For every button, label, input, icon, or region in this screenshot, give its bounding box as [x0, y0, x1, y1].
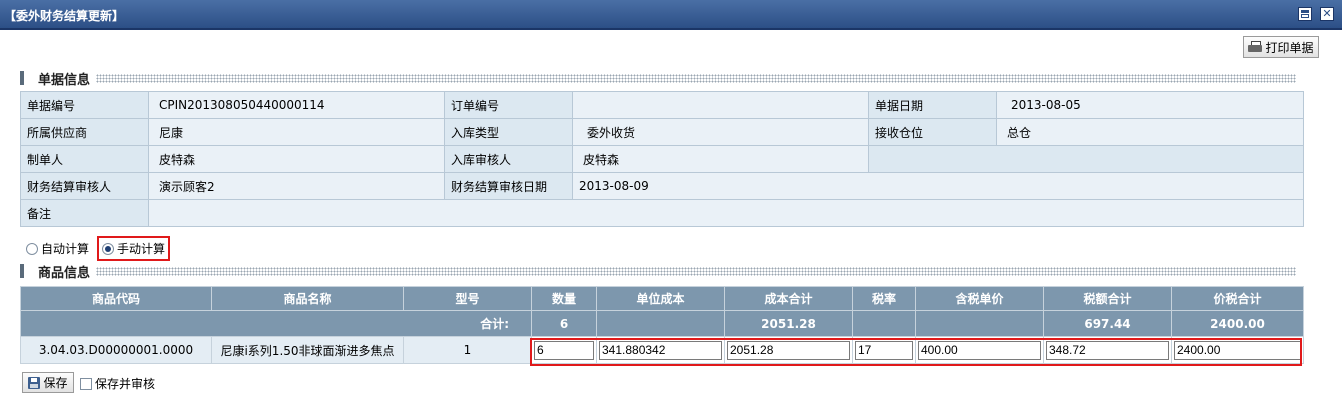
creator-value: 皮特森 — [148, 145, 445, 173]
bill-date-value: 2013-08-05 — [996, 91, 1304, 119]
sum-price-tax-total: 2400.00 — [1171, 310, 1304, 337]
item-code: 3.04.03.D00000001.0000 — [20, 336, 212, 364]
bill-section-header: 单据信息 — [20, 69, 1297, 88]
section-divider — [96, 266, 1297, 276]
stockin-type-value: 委外收货 — [572, 118, 869, 146]
goods-sum-row: 合计: 6 2051.28 697.44 2400.00 — [20, 310, 1304, 337]
sum-tax-total: 697.44 — [1043, 310, 1172, 337]
fin-audit-date-label: 财务结算审核日期 — [444, 172, 573, 200]
col-header-qty: 数量 — [531, 286, 597, 311]
qty-cell — [531, 336, 597, 364]
floppy-disk-icon — [28, 376, 41, 389]
sum-cost-total: 2051.28 — [724, 310, 853, 337]
supplier-label: 所属供应商 — [20, 118, 149, 146]
col-header-unit-price-tax: 含税单价 — [915, 286, 1044, 311]
bill-no-value: CPIN201308050440000114 — [148, 91, 445, 119]
section-divider — [96, 73, 1297, 83]
price-tax-total-input[interactable] — [1174, 340, 1301, 360]
creator-label: 制单人 — [20, 145, 149, 173]
tax-amount-input[interactable] — [1046, 340, 1169, 360]
manual-calc-highlight: 手动计算 — [97, 236, 171, 261]
goods-table: 商品代码 商品名称 型号 数量 单位成本 成本合计 税率 含税单价 税额合计 价… — [20, 286, 1304, 364]
col-header-tax-rate: 税率 — [852, 286, 916, 311]
unit-cost-input[interactable] — [599, 340, 722, 360]
bill-info-table: 单据编号 CPIN201308050440000114 订单编号 单据日期 20… — [20, 91, 1304, 227]
sum-unit-price-tax — [915, 310, 1044, 337]
bill-section-title: 单据信息 — [38, 72, 91, 88]
goods-header-row: 商品代码 商品名称 型号 数量 单位成本 成本合计 税率 含税单价 税额合计 价… — [20, 286, 1304, 311]
bill-no-label: 单据编号 — [20, 91, 149, 119]
fin-auditor-value: 演示顾客2 — [148, 172, 445, 200]
tax-rate-cell — [852, 336, 916, 364]
sum-tax-rate — [852, 310, 916, 337]
printer-icon — [1248, 41, 1263, 53]
supplier-value: 尼康 — [148, 118, 445, 146]
print-button-label: 打印单据 — [1265, 40, 1314, 55]
item-model: 1 — [403, 336, 532, 364]
col-header-code: 商品代码 — [20, 286, 212, 311]
goods-section-title: 商品信息 — [38, 265, 91, 281]
col-header-cost-total: 成本合计 — [724, 286, 853, 311]
window-titlebar: 【委外财务结算更新】 ✕ — [0, 0, 1342, 30]
col-header-model: 型号 — [403, 286, 532, 311]
section-marker — [20, 264, 24, 278]
order-no-value — [572, 91, 869, 119]
stockin-auditor-label: 入库审核人 — [444, 145, 573, 173]
save-audit-option: 保存并审核 — [80, 375, 155, 392]
save-button-label: 保存 — [43, 376, 68, 390]
price-tax-total-cell — [1171, 336, 1304, 364]
save-button[interactable]: 保存 — [22, 372, 74, 393]
manual-calc-radio[interactable] — [102, 242, 115, 255]
col-header-name: 商品名称 — [211, 286, 404, 311]
stockin-type-label: 入库类型 — [444, 118, 573, 146]
save-audit-label[interactable]: 保存并审核 — [95, 375, 155, 392]
goods-section-header: 商品信息 — [20, 262, 1297, 281]
remark-label: 备注 — [20, 199, 149, 227]
qty-input[interactable] — [534, 340, 594, 360]
calc-mode-group: 自动计算 手动计算 — [26, 236, 171, 261]
warehouse-value: 总仓 — [996, 118, 1304, 146]
sum-label: 合计: — [20, 310, 532, 337]
restore-icon[interactable] — [1298, 7, 1312, 21]
tax-rate-input[interactable] — [855, 340, 913, 360]
fin-auditor-label: 财务结算审核人 — [20, 172, 149, 200]
col-header-tax-amount: 税额合计 — [1043, 286, 1172, 311]
cost-total-cell — [724, 336, 853, 364]
cost-total-input[interactable] — [727, 340, 850, 360]
auto-calc-label[interactable]: 自动计算 — [41, 240, 89, 257]
sum-qty: 6 — [531, 310, 597, 337]
bill-date-label: 单据日期 — [868, 91, 997, 119]
sum-unit-cost — [596, 310, 725, 337]
manual-calc-label[interactable]: 手动计算 — [117, 240, 165, 257]
close-icon[interactable]: ✕ — [1320, 7, 1334, 21]
fin-audit-date-value: 2013-08-09 — [572, 172, 1304, 200]
warehouse-label: 接收仓位 — [868, 118, 997, 146]
tax-amount-cell — [1043, 336, 1172, 364]
window-title: 【委外财务结算更新】 — [4, 9, 125, 23]
save-audit-checkbox[interactable] — [80, 377, 92, 390]
unit-cost-cell — [596, 336, 725, 364]
table-row: 3.04.03.D00000001.0000 尼康i系列1.50非球面渐进多焦点… — [20, 336, 1304, 364]
auto-calc-radio[interactable] — [26, 242, 38, 255]
remark-value — [148, 199, 1304, 227]
col-header-unit-cost: 单位成本 — [596, 286, 725, 311]
empty-cell — [868, 145, 1304, 173]
section-marker — [20, 71, 24, 85]
item-name: 尼康i系列1.50非球面渐进多焦点 — [211, 336, 404, 364]
unit-price-tax-input[interactable] — [918, 340, 1041, 360]
unit-price-tax-cell — [915, 336, 1044, 364]
order-no-label: 订单编号 — [444, 91, 573, 119]
stockin-auditor-value: 皮特森 — [572, 145, 869, 173]
col-header-price-tax-total: 价税合计 — [1171, 286, 1304, 311]
print-button[interactable]: 打印单据 — [1243, 36, 1319, 58]
